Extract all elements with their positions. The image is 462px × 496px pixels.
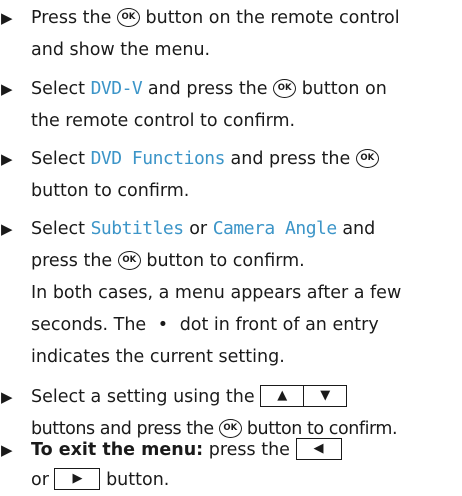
- menu-item-dvd-functions: DVD Functions: [90, 148, 226, 169]
- step-6-line2-a: or: [31, 470, 49, 490]
- step-4-line4-a: seconds. The: [31, 315, 147, 335]
- step-5-line-1: ▶ Select a setting using the ▲ ▼: [0, 381, 462, 413]
- bullet-arrow-icon: ▶: [1, 80, 13, 98]
- bullet-arrow-icon: ▶: [1, 9, 13, 27]
- step-2-text-b: and press the: [147, 79, 268, 99]
- menu-item-dvd-v: DVD-V: [90, 78, 143, 99]
- up-arrow-icon: ▲: [260, 385, 305, 407]
- exit-menu-label: To exit the menu:: [31, 440, 204, 460]
- step-6-line2-b: button.: [106, 470, 170, 490]
- step-3-text-line2: button to confirm.: [31, 181, 190, 201]
- step-2-text-line2: the remote control to confirm.: [31, 111, 296, 131]
- step-4-text-b: and: [342, 219, 376, 239]
- step-3-line-1: ▶ Select DVD Functions and press the OK: [0, 143, 462, 175]
- step-2-text-c: button on: [301, 79, 387, 99]
- ok-button-icon: OK: [117, 250, 141, 270]
- step-1-text-b: button on the remote control: [145, 8, 400, 28]
- step-4-text-line5: indicates the current setting.: [31, 347, 285, 367]
- down-arrow-icon: ▼: [304, 385, 348, 407]
- right-button: ▶: [54, 468, 101, 490]
- step-4-line-5: indicates the current setting.: [0, 341, 462, 373]
- step-4-line-2: press the OK button to confirm.: [0, 245, 462, 277]
- menu-item-subtitles: Subtitles: [90, 218, 185, 239]
- instruction-page: ▶ Press the OK button on the remote cont…: [0, 0, 462, 496]
- bullet-arrow-icon: ▶: [1, 388, 13, 406]
- ok-button-icon: OK: [116, 7, 140, 27]
- bullet-arrow-icon: ▶: [1, 441, 13, 459]
- step-4-text-or: or: [189, 219, 208, 239]
- ok-button-icon: OK: [273, 78, 297, 98]
- step-1-text-line2: and show the menu.: [31, 40, 211, 60]
- bullet-arrow-icon: ▶: [1, 220, 13, 238]
- step-4-text-a: Select: [31, 219, 85, 239]
- step-6-text-a: press the: [208, 440, 290, 460]
- step-4-line-3: In both cases, a menu appears after a fe…: [0, 277, 462, 309]
- step-3-text-a: Select: [31, 149, 85, 169]
- step-3-line-2: button to confirm.: [0, 175, 462, 207]
- step-4-line2-b: button to confirm.: [146, 251, 305, 271]
- step-6-line-1: ▶ To exit the menu: press the ◀: [0, 434, 462, 466]
- ok-button-icon: OK: [355, 148, 379, 168]
- step-1-line-2: and show the menu.: [0, 34, 462, 66]
- left-arrow-icon: ◀: [295, 438, 342, 460]
- step-6-line-2: or ▶ button.: [0, 464, 462, 496]
- right-arrow-icon: ▶: [54, 468, 101, 490]
- step-3-text-b: and press the: [230, 149, 351, 169]
- menu-item-camera-angle: Camera Angle: [212, 218, 338, 239]
- step-2-line-1: ▶ Select DVD-V and press the OK button o…: [0, 73, 462, 105]
- step-1-text-a: Press the: [31, 8, 112, 28]
- bullet-arrow-icon: ▶: [1, 150, 13, 168]
- up-down-buttons: ▲ ▼: [260, 385, 348, 407]
- step-5-text-a: Select a setting using the: [31, 387, 255, 407]
- step-1-line-1: ▶ Press the OK button on the remote cont…: [0, 2, 462, 34]
- step-4-line2-a: press the: [31, 251, 113, 271]
- bullet-dot-icon: •: [157, 315, 169, 335]
- left-button: ◀: [295, 438, 342, 460]
- step-2-line-2: the remote control to confirm.: [0, 105, 462, 137]
- step-2-text-a: Select: [31, 79, 85, 99]
- step-4-text-line3: In both cases, a menu appears after a fe…: [31, 283, 402, 303]
- step-4-line4-b: dot in front of an entry: [179, 315, 379, 335]
- step-4-line-4: seconds. The • dot in front of an entry: [0, 309, 462, 341]
- step-4-line-1: ▶ Select Subtitles or Camera Angle and: [0, 213, 462, 245]
